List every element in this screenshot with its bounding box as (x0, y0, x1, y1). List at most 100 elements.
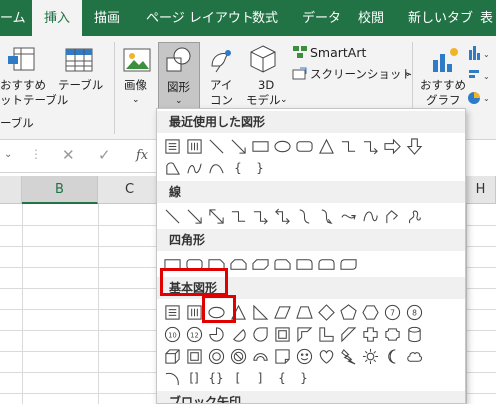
round-single-corner-rectangle-icon[interactable] (293, 253, 315, 275)
dodecagon-icon[interactable]: 12 (183, 323, 205, 345)
curved-double-arrow-connector-icon[interactable] (337, 205, 359, 227)
screenshot-dropdown-icon[interactable]: ⌄ (404, 67, 412, 82)
insert-function-button[interactable]: fx (136, 148, 148, 163)
tab-view[interactable]: 表 (480, 0, 493, 36)
icons-label-2[interactable]: コン (210, 93, 233, 108)
donut-icon[interactable] (205, 345, 227, 367)
triangle-icon[interactable] (315, 135, 337, 157)
left-brace-icon[interactable]: { (227, 157, 249, 179)
snip-and-round-corner-rectangle-icon[interactable] (271, 253, 293, 275)
recommended-charts-label-2[interactable]: グラフ (426, 93, 461, 108)
screenshot-label[interactable]: スクリーンショット (310, 67, 413, 82)
image-dropdown-icon[interactable]: ⌄ (132, 93, 140, 108)
image-button-label[interactable]: 画像 (124, 78, 147, 93)
table-icon[interactable] (64, 46, 94, 77)
shapes-button-label[interactable]: 図形 (167, 80, 190, 95)
down-arrow-icon[interactable] (403, 135, 425, 157)
cube-icon[interactable] (161, 345, 183, 367)
column-header-c[interactable]: C (98, 176, 162, 204)
heart-icon[interactable] (315, 345, 337, 367)
round-same-side-corner-rectangle-icon[interactable] (315, 253, 337, 275)
decagon-icon[interactable]: 10 (161, 323, 183, 345)
bevel-icon[interactable] (183, 345, 205, 367)
right-brace-icon[interactable]: } (293, 367, 315, 389)
freeform-scribble-icon[interactable] (183, 157, 205, 179)
tab-draw[interactable]: 描画 (94, 0, 120, 36)
icons-label-1[interactable]: アイ (210, 78, 232, 93)
table-button-label[interactable]: テーブル (58, 78, 103, 93)
elbow-connector-icon[interactable] (227, 205, 249, 227)
pie-icon[interactable] (205, 323, 227, 345)
3d-model-icon[interactable] (248, 44, 278, 77)
shapes-dropdown-icon[interactable]: ⌄ (175, 94, 183, 109)
double-arrow-line-icon[interactable] (205, 205, 227, 227)
line-icon[interactable] (161, 205, 183, 227)
cross-icon[interactable] (359, 323, 381, 345)
rounded-rectangle-icon[interactable] (293, 135, 315, 157)
arc-icon[interactable] (161, 367, 183, 389)
trapezoid-icon[interactable] (293, 301, 315, 323)
3d-model-label-1[interactable]: 3D (258, 78, 274, 93)
freeform-shape-icon[interactable] (161, 157, 183, 179)
curve-icon[interactable] (359, 205, 381, 227)
recommended-pivot-label-2[interactable]: ットテーブル (0, 93, 68, 108)
tab-new-tab[interactable]: 新しいタブ (408, 0, 473, 36)
cancel-icon[interactable]: ✕ (62, 146, 75, 164)
no-symbol-icon[interactable] (227, 345, 249, 367)
arrow-line-icon[interactable] (227, 135, 249, 157)
smartart-label[interactable]: SmartArt (310, 45, 366, 60)
freeform-icon[interactable] (381, 205, 403, 227)
tab-page-layout[interactable]: ページ レイアウト (146, 0, 254, 36)
half-frame-icon[interactable] (293, 323, 315, 345)
vertical-text-box-icon[interactable] (183, 135, 205, 157)
line-icon[interactable] (205, 135, 227, 157)
can-icon[interactable] (403, 323, 425, 345)
scribble-icon[interactable] (403, 205, 425, 227)
lightning-bolt-icon[interactable] (337, 345, 359, 367)
l-shape-icon[interactable] (315, 323, 337, 345)
elbow-arrow-connector-icon[interactable] (359, 135, 381, 157)
hexagon-icon[interactable] (359, 301, 381, 323)
3d-model-dropdown-icon[interactable]: ⌄ (280, 93, 288, 108)
left-bracket-icon[interactable]: [ (227, 367, 249, 389)
octagon-icon[interactable]: 8 (403, 301, 425, 323)
recommended-pivot-label-1[interactable]: おすすめ (0, 78, 46, 93)
elbow-connector-icon[interactable] (337, 135, 359, 157)
diagonal-stripe-icon[interactable] (337, 323, 359, 345)
tab-home[interactable]: ーム (0, 0, 28, 36)
oval-icon[interactable] (271, 135, 293, 157)
double-bracket-icon[interactable]: [] (183, 367, 205, 389)
recommended-charts-label-1[interactable]: おすすめ (420, 78, 466, 93)
moon-icon[interactable] (381, 345, 403, 367)
column-header-a[interactable] (0, 176, 22, 204)
elbow-double-arrow-connector-icon[interactable] (271, 205, 293, 227)
arc-icon[interactable] (205, 157, 227, 179)
right-triangle-icon[interactable] (249, 301, 271, 323)
block-arc-icon[interactable] (249, 345, 271, 367)
enter-icon[interactable]: ✓ (98, 146, 111, 164)
plaque-icon[interactable] (381, 323, 403, 345)
pentagon-icon[interactable] (337, 301, 359, 323)
round-diagonal-corner-rectangle-icon[interactable] (337, 253, 359, 275)
text-box-icon[interactable] (161, 135, 183, 157)
elbow-arrow-connector-icon[interactable] (249, 205, 271, 227)
left-brace-icon[interactable]: { (271, 367, 293, 389)
arrow-line-icon[interactable] (183, 205, 205, 227)
tab-formulas[interactable]: 数式 (252, 0, 278, 36)
tab-review[interactable]: 校閲 (358, 0, 384, 36)
column-header-b[interactable]: B (22, 176, 98, 204)
column-chart-icon[interactable]: ⌄ ⌄ ⌄ (468, 44, 494, 117)
smartart-icon[interactable] (292, 44, 308, 63)
double-brace-icon[interactable]: {} (205, 367, 227, 389)
sun-icon[interactable] (359, 345, 381, 367)
shapes-icon[interactable] (164, 46, 194, 77)
frame-icon[interactable] (271, 323, 293, 345)
name-box-dropdown-icon[interactable]: ⌄ (4, 149, 12, 160)
snip-same-side-corner-rectangle-icon[interactable] (227, 253, 249, 275)
column-header-h[interactable]: H (466, 176, 496, 204)
parallelogram-icon[interactable] (271, 301, 293, 323)
curved-arrow-connector-icon[interactable] (315, 205, 337, 227)
teardrop-icon[interactable] (249, 323, 271, 345)
folded-corner-icon[interactable] (271, 345, 293, 367)
snip-diagonal-corner-rectangle-icon[interactable] (249, 253, 271, 275)
